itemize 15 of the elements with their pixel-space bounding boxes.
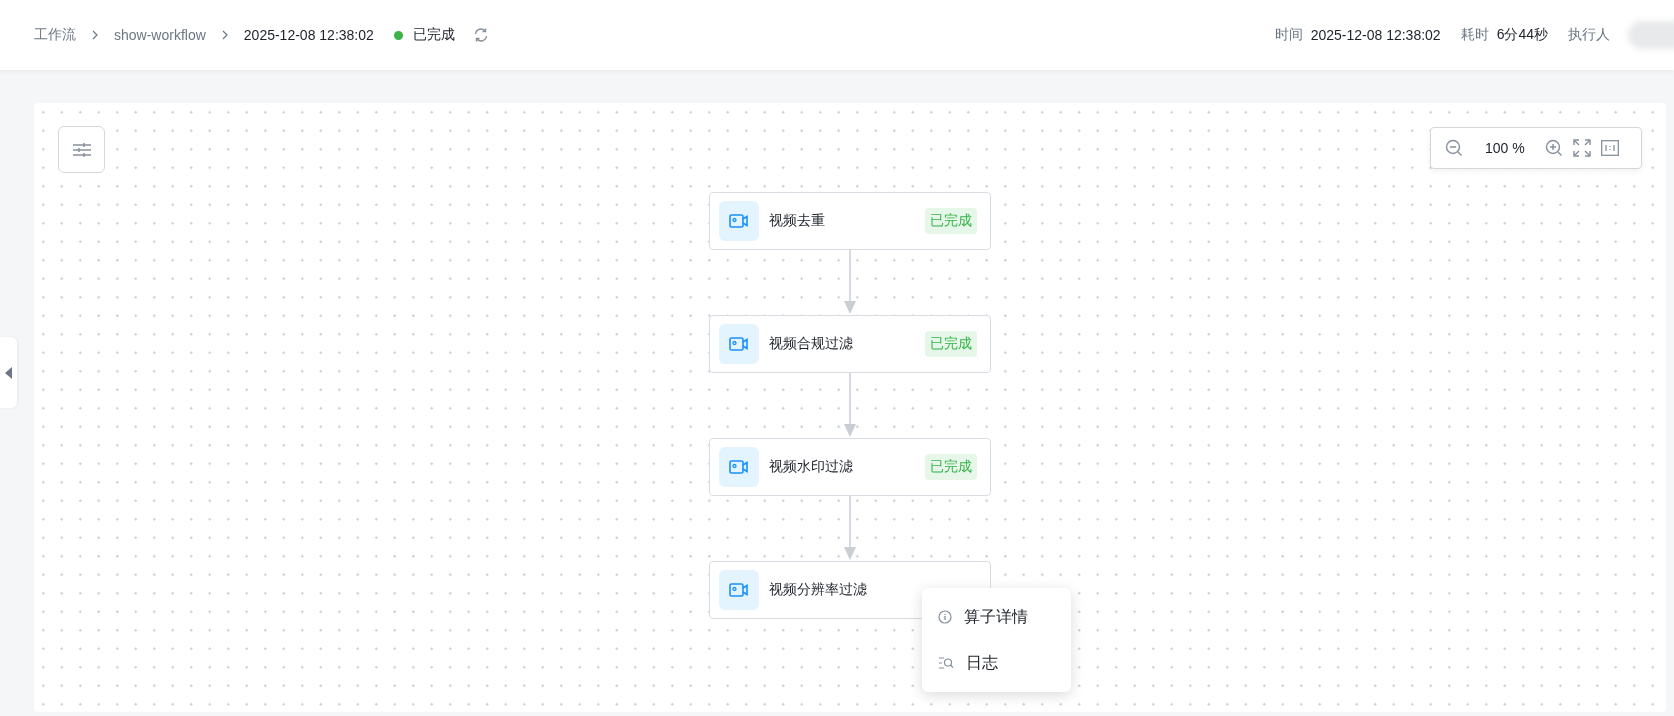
node-name: 视频水印过滤 [769,458,854,476]
status-label: 已完成 [412,26,455,44]
status-tag: 已完成 [925,454,977,480]
breadcrumb-item: 2025-12-08 12:38:02 [243,27,374,43]
meta-value: 6分44秒 [1496,26,1548,44]
zoom-level: 100 % [1485,140,1525,156]
meta-label: 执行人 [1568,26,1610,44]
node-name: 视频去重 [769,212,826,230]
status-tag: 已完成 [925,208,977,234]
node-name: 视频合规过滤 [769,335,854,353]
node-name: 视频分辨率过滤 [769,581,868,599]
meta-value: 2025-12-08 12:38:02 [1310,27,1441,43]
meta-label: 耗时 [1460,26,1489,44]
meta-label: 时间 [1274,26,1303,44]
status-tag: 已完成 [925,331,977,357]
